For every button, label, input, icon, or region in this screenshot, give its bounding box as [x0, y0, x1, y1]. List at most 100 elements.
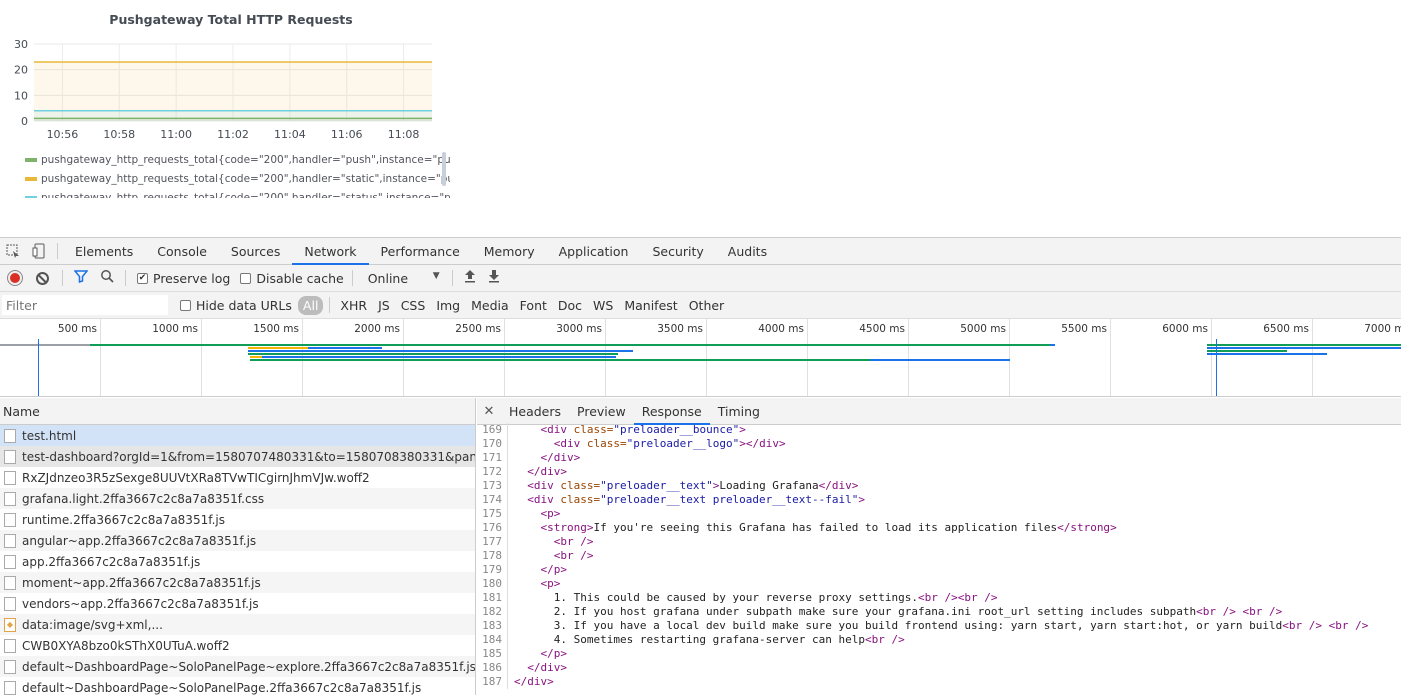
tab-memory[interactable]: Memory	[472, 238, 547, 265]
type-filter-other[interactable]: Other	[684, 296, 730, 315]
request-name: app.2ffa3667c2c8a7a8351f.js	[22, 554, 201, 569]
request-name: runtime.2ffa3667c2c8a7a8351f.js	[22, 512, 225, 527]
tab-application[interactable]: Application	[547, 238, 641, 265]
request-row[interactable]: grafana.light.2ffa3667c2c8a7a8351f.css	[0, 488, 475, 509]
network-toolbar: ✔ Preserve log Disable cache Online ▼	[0, 265, 1401, 292]
document-file-icon	[4, 680, 16, 695]
timeline-gridline	[908, 319, 909, 396]
request-name: RxZJdnzeo3R5zSexge8UUVtXRa8TVwTICgirnJhm…	[22, 470, 370, 485]
response-tab-preview[interactable]: Preview	[569, 398, 634, 425]
request-row[interactable]: RxZJdnzeo3R5zSexge8UUVtXRa8TVwTICgirnJhm…	[0, 467, 475, 488]
request-row[interactable]: default~DashboardPage~SoloPanelPage~expl…	[0, 656, 475, 677]
legend-item[interactable]: pushgateway_http_requests_total{code="20…	[25, 150, 450, 169]
request-row[interactable]: vendors~app.2ffa3667c2c8a7a8351f.js	[0, 593, 475, 614]
code-line: 172 </div>	[477, 465, 1401, 479]
timeline-tick-label: 4500 ms	[859, 323, 905, 335]
code-line: 185 </p>	[477, 647, 1401, 661]
line-number: 183	[482, 619, 502, 632]
code-text: <br />	[553, 535, 594, 548]
request-name: grafana.light.2ffa3667c2c8a7a8351f.css	[22, 491, 265, 506]
export-har-icon[interactable]	[488, 269, 500, 287]
import-har-icon[interactable]	[464, 269, 476, 287]
request-row[interactable]: app.2ffa3667c2c8a7a8351f.js	[0, 551, 475, 572]
tab-console[interactable]: Console	[145, 238, 219, 265]
devtools-tabs: Elements Console Sources Network Performance…	[63, 238, 779, 265]
record-button[interactable]	[8, 271, 22, 285]
request-row[interactable]: test-dashboard?orgId=1&from=158070748033…	[0, 446, 475, 467]
timeline-tick-label: 5500 ms	[1061, 323, 1107, 335]
type-filter-js[interactable]: JS	[373, 296, 395, 315]
line-number: 174	[482, 493, 502, 506]
device-toolbar-icon[interactable]	[26, 238, 52, 265]
line-number: 171	[482, 451, 502, 464]
response-code-viewer[interactable]: 169 <div class="preloader__bounce"> 170 <…	[477, 423, 1401, 695]
code-text: <p>	[540, 577, 561, 590]
type-filter-all[interactable]: All	[297, 295, 324, 315]
line-number: 185	[482, 647, 502, 660]
request-row[interactable]: angular~app.2ffa3667c2c8a7a8351f.js	[0, 530, 475, 551]
request-row[interactable]: moment~app.2ffa3667c2c8a7a8351f.js	[0, 572, 475, 593]
y-tick-label: 20	[14, 64, 28, 77]
hide-data-urls-checkbox[interactable]	[180, 299, 191, 311]
code-text: 3. If you have a local dev build make su…	[514, 619, 1369, 632]
code-text: </div>	[540, 451, 581, 464]
code-line: 181 1. This could be caused by your reve…	[477, 591, 1401, 605]
timeline-bar	[528, 350, 632, 352]
timeline-tick-label: 7000 ms	[1364, 323, 1401, 335]
timeline-gridline	[1110, 319, 1111, 396]
type-filter-css[interactable]: CSS	[396, 296, 431, 315]
close-icon[interactable]: ✕	[477, 404, 501, 419]
panel-title[interactable]: Pushgateway Total HTTP Requests	[0, 12, 462, 27]
code-line: 187 </div>	[477, 675, 1401, 689]
request-row[interactable]: default~DashboardPage~SoloPanelPage.2ffa…	[0, 677, 475, 695]
tab-sources[interactable]: Sources	[219, 238, 292, 265]
tab-performance[interactable]: Performance	[369, 238, 472, 265]
response-tab-response[interactable]: Response	[633, 398, 710, 425]
code-text: <div class="preloader__bounce">	[540, 423, 746, 436]
filter-bar: Hide data URLs All XHRJSCSSImgMediaFontDo…	[0, 292, 1401, 319]
network-overview-timeline[interactable]: 500 ms 1000 ms 1500 ms 2000 ms 2500 ms 3000 m…	[0, 319, 1401, 397]
timeline-tick-label: 3000 ms	[556, 323, 602, 335]
legend-item[interactable]: pushgateway_http_requests_total{code="20…	[25, 188, 450, 198]
code-text: </div>	[514, 675, 554, 688]
filter-icon[interactable]	[73, 269, 89, 287]
timeline-tick-label: 4000 ms	[758, 323, 804, 335]
throttle-select[interactable]: Online ▼	[368, 271, 440, 286]
response-tab-headers[interactable]: Headers	[501, 398, 569, 425]
type-filter-ws[interactable]: WS	[588, 296, 618, 315]
filter-input[interactable]	[2, 295, 168, 315]
disable-cache-label: Disable cache	[256, 270, 344, 286]
legend-label: pushgateway_http_requests_total{code="20…	[41, 172, 450, 185]
response-tab-timing[interactable]: Timing	[710, 398, 768, 425]
type-filter-font[interactable]: Font	[515, 296, 552, 315]
preserve-log-checkbox[interactable]: ✔	[137, 272, 148, 284]
clear-button[interactable]	[36, 271, 49, 285]
legend-item[interactable]: pushgateway_http_requests_total{code="20…	[25, 169, 450, 188]
tab-elements[interactable]: Elements	[63, 238, 145, 265]
request-row[interactable]: runtime.2ffa3667c2c8a7a8351f.js	[0, 509, 475, 530]
request-rows: test.html test-dashboard?orgId=1&from=158…	[0, 425, 475, 695]
code-line: 169 <div class="preloader__bounce">	[477, 423, 1401, 437]
code-text: </div>	[527, 465, 567, 478]
disable-cache-checkbox[interactable]	[240, 272, 252, 284]
type-filter-media[interactable]: Media	[466, 296, 514, 315]
type-filter-xhr[interactable]: XHR	[335, 296, 372, 315]
type-filter-img[interactable]: Img	[431, 296, 465, 315]
name-column-header[interactable]: Name	[0, 398, 475, 425]
type-filter-doc[interactable]: Doc	[553, 296, 587, 315]
tab-network[interactable]: Network	[292, 238, 369, 265]
tab-security[interactable]: Security	[640, 238, 715, 265]
timeline-gridline	[302, 319, 303, 396]
search-icon[interactable]	[100, 269, 114, 287]
tab-audits[interactable]: Audits	[716, 238, 779, 265]
request-row[interactable]: test.html	[0, 425, 475, 446]
request-row[interactable]: CWB0XYA8bzo0kSThX0UTuA.woff2	[0, 635, 475, 656]
legend-scrollbar[interactable]	[442, 152, 446, 186]
response-tabs: ✕ Headers Preview Response Timing	[477, 398, 1401, 425]
document-file-icon	[4, 638, 16, 653]
request-row[interactable]: ◆ data:image/svg+xml,...	[0, 614, 475, 635]
inspect-element-icon[interactable]	[0, 238, 26, 265]
type-filter-manifest[interactable]: Manifest	[619, 296, 682, 315]
line-number: 173	[482, 479, 502, 492]
request-name: default~DashboardPage~SoloPanelPage.2ffa…	[22, 680, 422, 695]
